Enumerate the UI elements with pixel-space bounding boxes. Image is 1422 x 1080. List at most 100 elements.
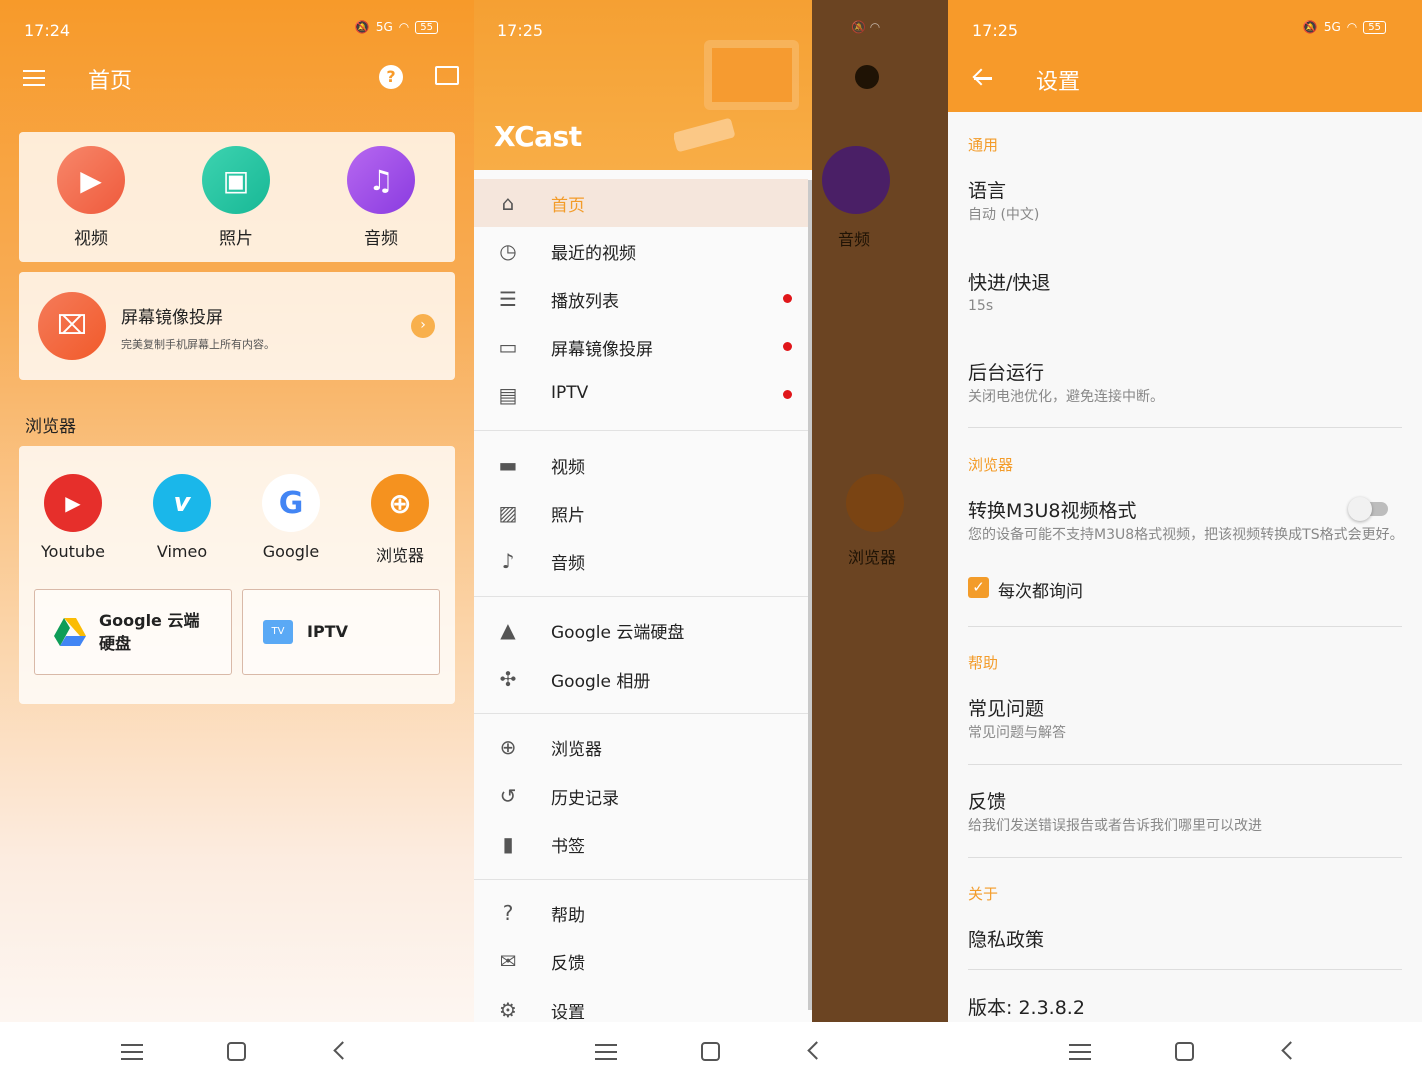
media-label: 视频 (74, 229, 108, 249)
drawer-item-video[interactable]: ▬ 视频 (474, 441, 808, 489)
menu-icon[interactable] (23, 70, 45, 86)
back-nav-icon[interactable] (333, 1041, 352, 1060)
divider (968, 626, 1402, 627)
home-nav-icon[interactable] (227, 1042, 246, 1061)
status-time: 17:25 (497, 21, 544, 40)
ask-every-time-label[interactable]: 每次都询问 (998, 577, 1083, 602)
browser-label: Google (262, 542, 320, 561)
bookmark-icon: ▮ (502, 832, 514, 856)
drawer-item-audio[interactable]: ♪ 音频 (474, 537, 808, 585)
drawer-label: IPTV (551, 383, 589, 403)
mirror-icon: ▭ (498, 335, 518, 359)
drawer-item-mirror[interactable]: ▭ 屏幕镜像投屏 (474, 323, 808, 371)
home-nav-icon[interactable] (1175, 1042, 1194, 1061)
media-tile-photo[interactable]: ▣ 照片 (186, 146, 286, 249)
setting-privacy[interactable]: 隐私政策 (968, 925, 1044, 952)
back-nav-icon[interactable] (1281, 1041, 1300, 1060)
google-drive-button[interactable]: Google 云端 硬盘 (34, 589, 232, 675)
drawer-item-home[interactable]: ⌂ 首页 (474, 179, 808, 227)
drawer-item-bookmark[interactable]: ▮ 书签 (474, 820, 808, 868)
status-icons: 🔕 5G ◠ 55 (1303, 20, 1386, 34)
drawer-item-playlist[interactable]: ☰ 播放列表 (474, 275, 808, 323)
signal-icon: 5G (375, 20, 393, 34)
chevron-right-icon[interactable]: › (411, 314, 435, 338)
status-icons: 🔕 ◠ (851, 20, 881, 34)
setting-summary: 给我们发送错误报告或者告诉我们哪里可以改进 (968, 818, 1262, 834)
drawer-label: 书签 (551, 837, 585, 857)
divider (474, 596, 808, 597)
playlist-icon: ☰ (499, 287, 517, 311)
globe-icon: ⊕ (499, 735, 517, 759)
divider (968, 969, 1402, 970)
drawer-item-help[interactable]: ? 帮助 (474, 889, 808, 937)
pinwheel-icon: ✣ (499, 667, 517, 691)
drawer-label: 首页 (551, 196, 585, 216)
drawer-item-iptv[interactable]: ▤ IPTV (474, 371, 808, 419)
app-version: 版本: 2.3.8.2 (968, 997, 1085, 1019)
drawer-item-history[interactable]: ↺ 历史记录 (474, 772, 808, 820)
drawer-item-browser[interactable]: ⊕ 浏览器 (474, 723, 808, 771)
recents-icon[interactable] (121, 1044, 143, 1060)
browser-tile-google[interactable]: G Google (241, 474, 341, 561)
browser-tile-web[interactable]: ⊕ 浏览器 (350, 474, 450, 566)
notification-dot (783, 294, 792, 303)
checkbox-checked-icon[interactable]: ✓ (968, 577, 989, 598)
tv-icon: ▤ (498, 383, 518, 407)
drawer-screen: 🔕 ◠ 音频 浏览器 17:25 XCast ⌂ 首页 ◷ 最近的视频 ☰ 播放… (474, 0, 948, 1080)
media-tile-video[interactable]: ▶ 视频 (41, 146, 141, 249)
mute-icon: 🔕 (1302, 20, 1318, 34)
browser-tile-youtube[interactable]: ▶ Youtube (23, 474, 123, 561)
globe-icon (846, 474, 904, 532)
mirror-card[interactable]: ⌧ 屏幕镜像投屏 完美复制手机屏幕上所有内容。 › (19, 272, 455, 380)
battery-icon: 55 (1363, 20, 1386, 34)
app-bar: 首页 ? (0, 60, 474, 116)
vimeo-icon: v (153, 474, 211, 532)
dimmed-background[interactable]: 🔕 ◠ 音频 浏览器 (812, 0, 948, 1022)
help-icon[interactable]: ? (379, 65, 403, 89)
recents-icon[interactable] (1069, 1044, 1091, 1060)
drive-icon (54, 618, 86, 646)
m3u8-toggle[interactable] (1348, 497, 1388, 521)
cast-icon[interactable] (435, 66, 459, 85)
page-title: 设置 (1036, 70, 1081, 95)
battery-icon: 55 (415, 20, 438, 34)
tv-illustration (674, 40, 799, 152)
status-time: 17:25 (972, 21, 1019, 40)
back-nav-icon[interactable] (807, 1041, 826, 1060)
setting-summary: 您的设备可能不支持M3U8格式视频，把该视频转换成TS格式会更好。 (968, 527, 1404, 543)
divider (474, 879, 808, 880)
setting-summary: 常见问题与解答 (968, 725, 1066, 741)
drawer-label: 反馈 (551, 954, 585, 974)
back-arrow-icon[interactable] (972, 68, 994, 86)
drawer-item-recent[interactable]: ◷ 最近的视频 (474, 227, 808, 275)
video-icon: ▬ (498, 453, 518, 477)
media-tile-audio[interactable]: ♫ 音频 (331, 146, 431, 249)
system-nav-bar (948, 1022, 1422, 1080)
category-general: 通用 (968, 136, 999, 154)
drawer-item-settings[interactable]: ⚙ 设置 (474, 986, 808, 1022)
app-logo: XCast (494, 120, 582, 153)
drawer-label: 设置 (551, 1003, 585, 1022)
category-about: 关于 (968, 885, 999, 903)
system-nav-bar (0, 1022, 474, 1080)
iptv-button[interactable]: TV IPTV (242, 589, 440, 675)
browser-tile-vimeo[interactable]: v Vimeo (132, 474, 232, 561)
tv-icon: TV (263, 620, 293, 644)
drawer-item-photo[interactable]: ▨ 照片 (474, 489, 808, 537)
drawer-item-photos[interactable]: ✣ Google 相册 (474, 655, 808, 703)
music-icon: ♫ (347, 146, 415, 214)
youtube-icon: ▶ (44, 474, 102, 532)
recents-icon[interactable] (595, 1044, 617, 1060)
ghost-label: 音频 (838, 230, 871, 249)
drawer-label: 音频 (551, 554, 585, 574)
drawer-item-feedback[interactable]: ✉ 反馈 (474, 937, 808, 985)
setting-title: 反馈 (968, 791, 1007, 813)
drawer-item-drive[interactable]: ▲ Google 云端硬盘 (474, 606, 808, 654)
home-nav-icon[interactable] (701, 1042, 720, 1061)
scrollbar[interactable] (808, 180, 812, 1010)
clock-icon: ◷ (499, 239, 517, 263)
setting-title: 语言 (968, 180, 1007, 202)
wifi-icon: ◠ (1346, 20, 1358, 34)
music-icon: ♪ (501, 549, 515, 573)
browser-section-title: 浏览器 (25, 417, 76, 437)
